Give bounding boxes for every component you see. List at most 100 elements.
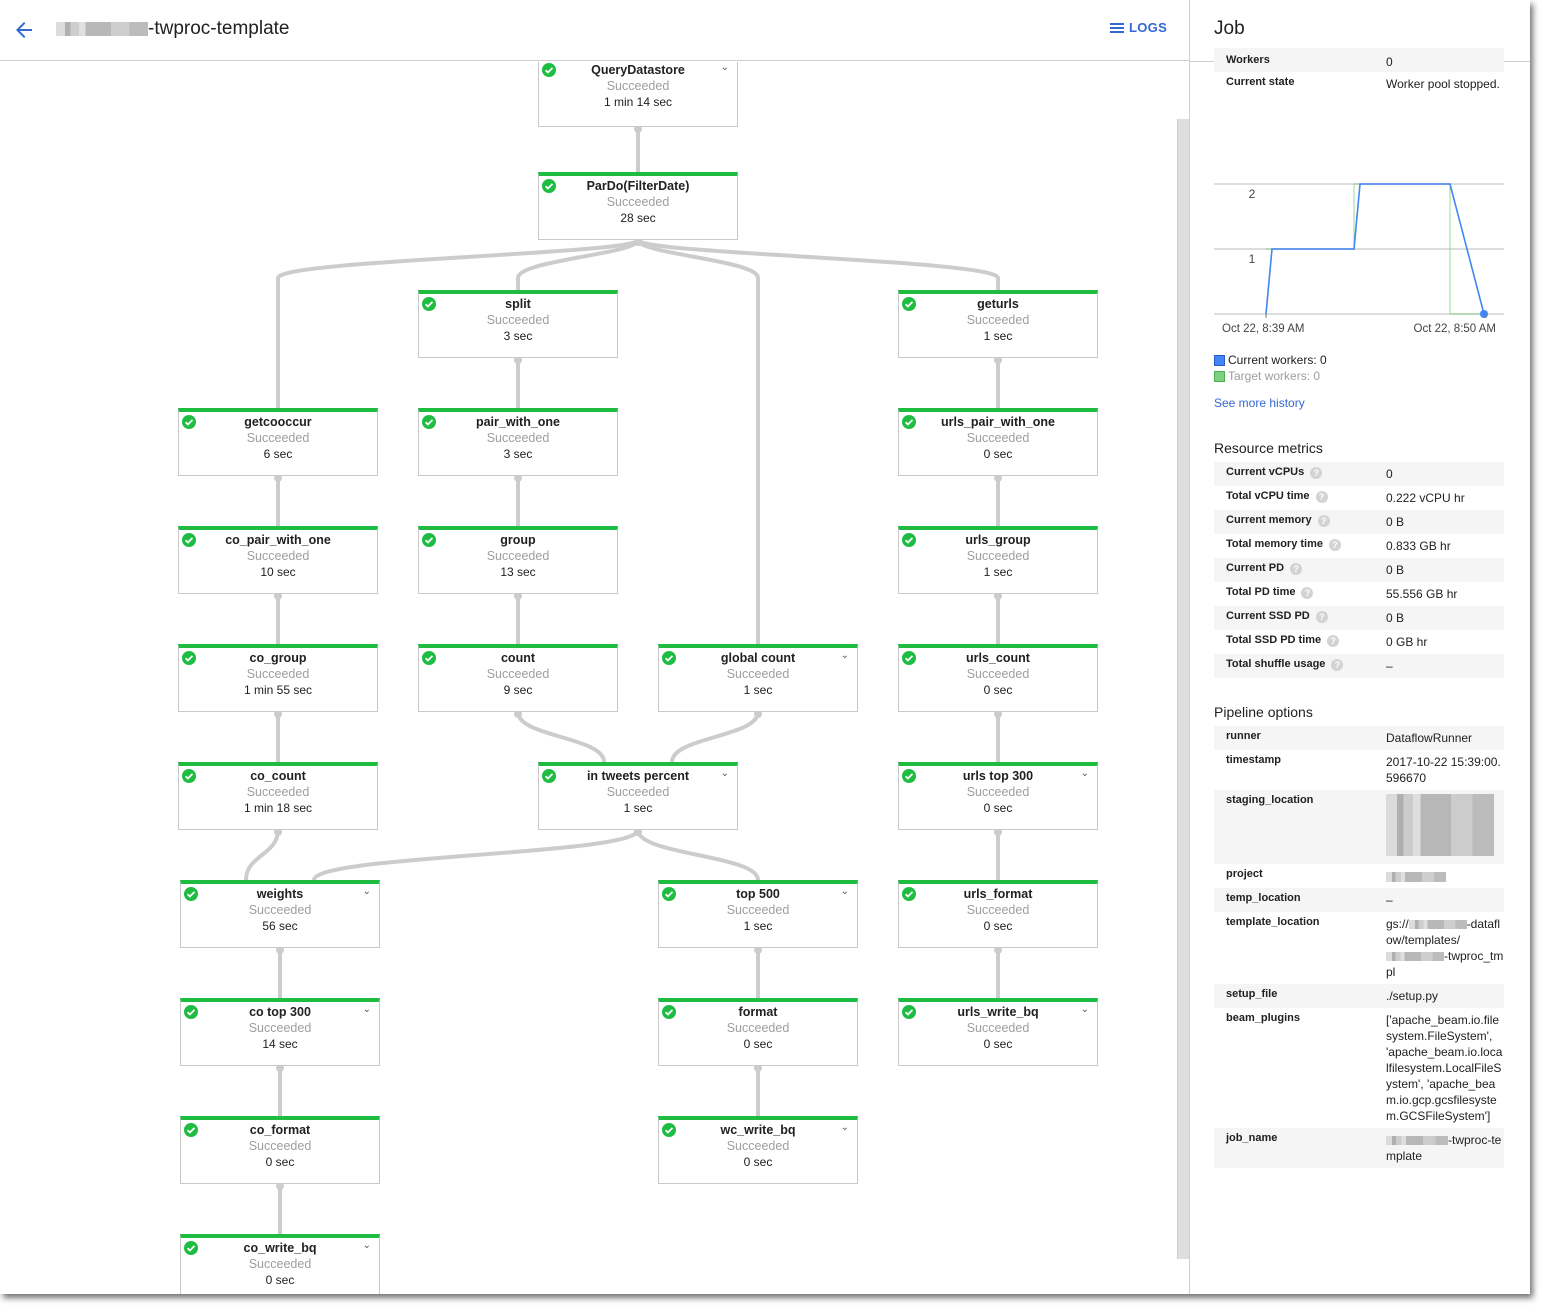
kv-key-label: staging_location [1226,794,1314,806]
metric-row: Total shuffle usage? – [1214,654,1504,678]
see-more-history-link[interactable]: See more history [1214,396,1305,410]
step-node-in-tweets-percent[interactable]: ⌄ in tweets percent Succeeded 1 sec [538,762,738,830]
step-duration: 1 sec [623,801,653,815]
step-node-urls-write-bq[interactable]: ⌄ urls_write_bq Succeeded 0 sec [898,998,1098,1066]
option-value: DataflowRunner [1386,731,1473,745]
kv-key-label: runner [1226,730,1261,742]
step-node-co-write-bq[interactable]: ⌄ co_write_bq Succeeded 0 sec [180,1234,380,1294]
step-duration: 0 sec [983,447,1013,461]
metric-row: Current vCPUs? 0 [1214,462,1504,486]
step-name: group [500,533,536,547]
step-node-group[interactable]: group Succeeded 13 sec [418,526,618,594]
step-node-top-500[interactable]: ⌄ top 500 Succeeded 1 sec [658,880,858,948]
legend-swatch [1214,370,1225,382]
kv-key: job_name [1226,1132,1386,1164]
step-node-urls-pair-with-one[interactable]: urls_pair_with_one Succeeded 0 sec [898,408,1098,476]
metric-value: 0 [1386,467,1393,481]
step-node-urls-format[interactable]: urls_format Succeeded 0 sec [898,880,1098,948]
step-name: getcooccur [244,415,312,429]
metric-value: 0 GB hr [1386,635,1428,649]
option-value: ['apache_beam.io.filesystem.FileSystem',… [1386,1013,1503,1123]
kv-value [1386,868,1504,884]
job-title: -twproc-template [56,18,290,40]
kv-value: 0.833 GB hr [1386,538,1504,554]
step-name: in tweets percent [586,769,690,783]
help-icon[interactable]: ? [1331,659,1344,671]
step-node-pardo[interactable]: ParDo(FilterDate) Succeeded 28 sec [538,172,738,240]
kv-key: timestamp [1226,754,1386,786]
step-node-count[interactable]: count Succeeded 9 sec [418,644,618,712]
help-icon[interactable]: ? [1315,491,1328,503]
panel-title: Job [1214,18,1245,39]
panel-body[interactable]: Workers 0 Current state Worker pool stop… [1214,48,1504,1168]
metric-value: 0.222 vCPU hr [1386,491,1465,505]
step-duration: 0 sec [265,1155,295,1169]
help-icon[interactable]: ? [1310,467,1323,479]
metric-value: 55.556 GB hr [1386,587,1458,601]
step-duration: 0 sec [265,1273,295,1287]
kv-key-label: template_location [1226,916,1320,928]
help-icon[interactable]: ? [1290,563,1303,575]
kv-value: Worker pool stopped. [1386,77,1500,91]
help-icon[interactable]: ? [1301,587,1314,599]
step-name: co top 300 [249,1005,311,1019]
help-icon[interactable]: ? [1329,539,1341,551]
kv-key-label: Current memory [1226,514,1312,526]
kv-value: – [1386,658,1504,674]
graph-scrollbar[interactable] [1177,119,1189,1259]
redacted-job-prefix [56,21,148,36]
option-row-job-name: job_name -twproc-template [1214,1128,1504,1168]
back-button[interactable] [12,18,36,42]
kv-value: -twproc-template [1386,1132,1504,1164]
logs-list-icon [1110,22,1124,33]
step-name: geturls [977,297,1019,311]
kv-key: Total vCPU time? [1226,490,1386,506]
step-node-querydatastore[interactable]: ⌄ QueryDatastore Succeeded 1 min 14 sec [538,62,738,127]
step-node-geturls[interactable]: geturls Succeeded 1 sec [898,290,1098,358]
edge-global_count-to-in_tweets_percent [670,711,760,763]
step-node-weights[interactable]: ⌄ weights Succeeded 56 sec [180,880,380,948]
kv-key-label: Total shuffle usage [1226,658,1326,670]
redacted-value [1386,1136,1448,1146]
step-node-pair-with-one[interactable]: pair_with_one Succeeded 3 sec [418,408,618,476]
kv-value: gs://-dataflow/templates/-twproc_tmpl [1386,916,1504,980]
legend-label: Target workers: 0 [1228,369,1321,383]
step-node-format[interactable]: format Succeeded 0 sec [658,998,858,1066]
kv-key: Total shuffle usage? [1226,658,1386,674]
help-icon[interactable]: ? [1327,635,1340,647]
logs-button[interactable]: LOGS [1110,20,1167,35]
x-tick-label: Oct 22, 8:39 AM [1222,323,1304,335]
step-node-co-top-300[interactable]: ⌄ co top 300 Succeeded 14 sec [180,998,380,1066]
kv-key: template_location [1226,916,1386,980]
step-node-urls-group[interactable]: urls_group Succeeded 1 sec [898,526,1098,594]
step-state: Succeeded [966,1021,1030,1035]
kv-key-label: temp_location [1226,892,1301,904]
autoscaling-chart-svg: 1 2 Oct 22, 8:39 AM Oct 22, 8:50 AM [1214,183,1504,335]
resource-metrics-table: Current vCPUs? 0 Total vCPU time? 0.222 vCP… [1214,462,1504,678]
step-node-getcooccur[interactable]: getcooccur Succeeded 6 sec [178,408,378,476]
step-node-wc-write-bq[interactable]: ⌄ wc_write_bq Succeeded 0 sec [658,1116,858,1184]
step-node-split[interactable]: split Succeeded 3 sec [418,290,618,358]
kv-key: Total SSD PD time? [1226,634,1386,650]
pipeline-graph[interactable]: ⌄ QueryDatastore Succeeded 1 min 14 sec ParD… [0,62,1176,1294]
metric-value: – [1386,659,1393,673]
help-icon[interactable]: ? [1317,515,1330,527]
option-row-staging-location: staging_location [1214,790,1504,864]
kv-key: runner [1226,730,1386,746]
kv-key: Current state [1226,76,1295,88]
step-node-co-count[interactable]: co_count Succeeded 1 min 18 sec [178,762,378,830]
step-node-urls-top-300[interactable]: ⌄ urls top 300 Succeeded 0 sec [898,762,1098,830]
y-tick-label: 2 [1249,187,1256,201]
help-icon[interactable]: ? [1315,611,1328,623]
kv-key-label: Current SSD PD [1226,610,1310,622]
step-node-global-count[interactable]: ⌄ global count Succeeded 1 sec [658,644,858,712]
step-node-co-group[interactable]: co_group Succeeded 1 min 55 sec [178,644,378,712]
kv-key: Current vCPUs? [1226,466,1386,482]
edge-ParDo-to-geturls [636,238,1000,290]
step-node-co-pair-with-one[interactable]: co_pair_with_one Succeeded 10 sec [178,526,378,594]
kv-key: Current SSD PD? [1226,610,1386,626]
step-node-urls-count[interactable]: urls_count Succeeded 0 sec [898,644,1098,712]
step-node-co-format[interactable]: co_format Succeeded 0 sec [180,1116,380,1184]
metric-row: Current SSD PD? 0 B [1214,606,1504,630]
step-name: urls_write_bq [957,1005,1039,1019]
